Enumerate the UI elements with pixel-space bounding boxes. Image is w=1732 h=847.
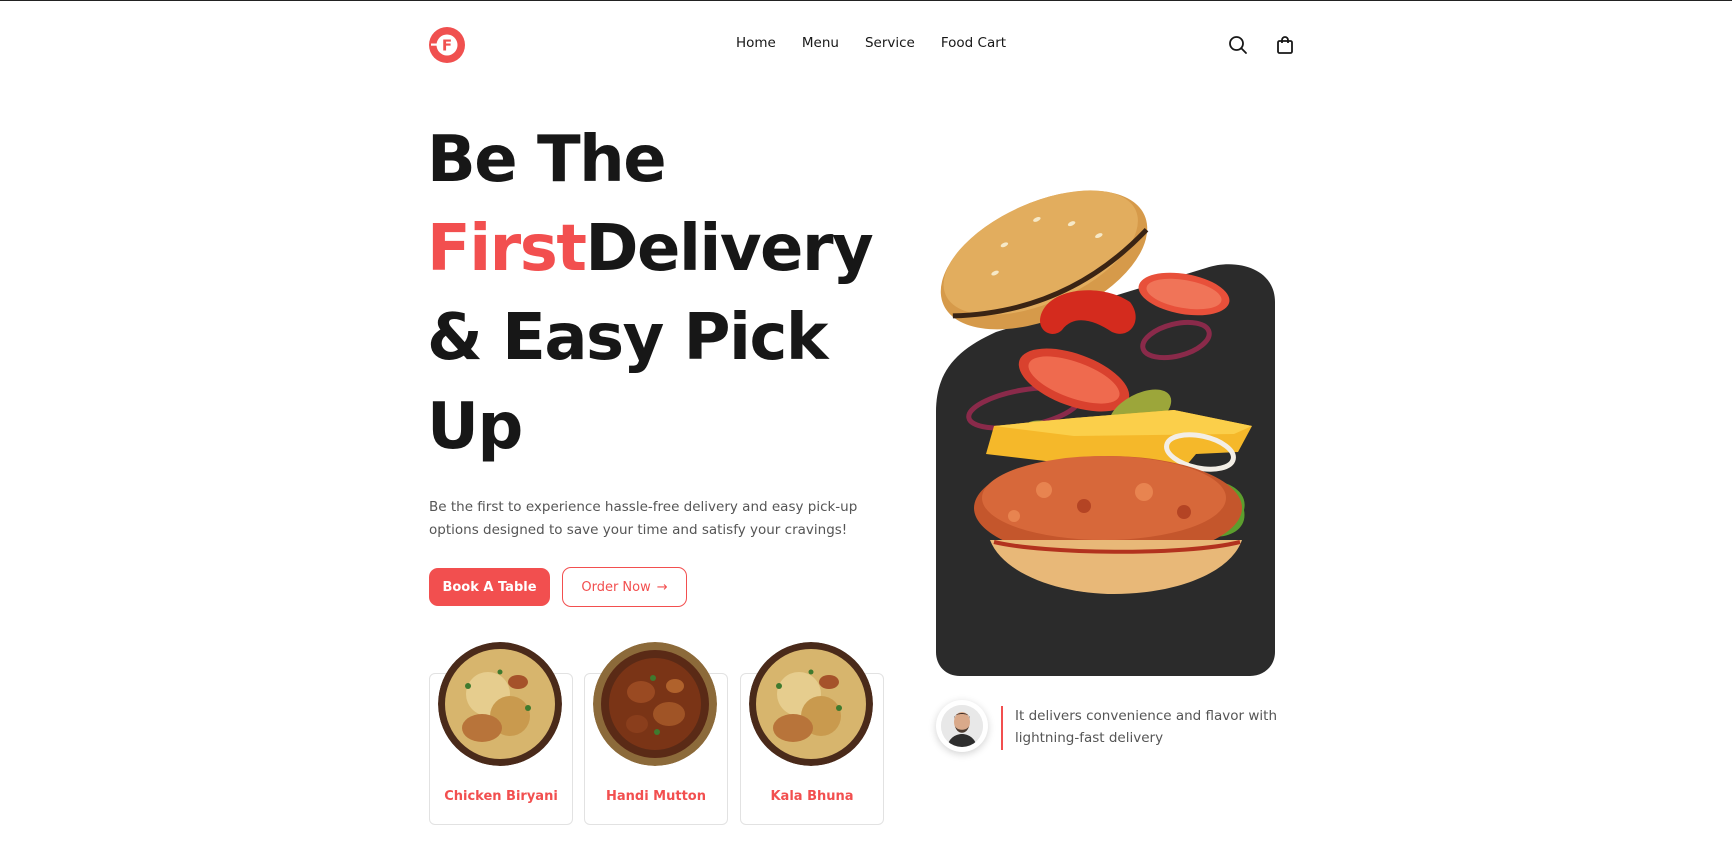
nav-item-menu[interactable]: Menu — [802, 35, 839, 51]
order-now-button[interactable]: Order Now → — [562, 567, 687, 607]
dish-image-chicken-biryani — [438, 642, 562, 766]
search-button[interactable] — [1227, 34, 1249, 56]
headline-line-1: Be The — [427, 123, 667, 197]
accent-divider — [1001, 706, 1003, 750]
brand-logo[interactable]: F — [429, 27, 465, 63]
customer-avatar[interactable] — [936, 700, 988, 752]
arrow-right-icon: → — [656, 579, 668, 595]
book-table-button[interactable]: Book A Table — [429, 568, 550, 606]
hero-headline: Be The FirstDelivery & Easy Pick Up — [427, 116, 907, 472]
testimonial-text: It delivers convenience and flavor with … — [1015, 708, 1278, 746]
burger-image — [940, 190, 1252, 594]
dish-image-kala-bhuna — [749, 642, 873, 766]
headline-line-4: Up — [427, 390, 523, 464]
hero-description: Be the first to experience hassle-free d… — [429, 499, 858, 538]
avatar-photo — [941, 705, 983, 747]
dish-name-kala-bhuna: Kala Bhuna — [770, 789, 854, 804]
headline-line-3: & Easy Pick — [427, 301, 828, 375]
top-border — [0, 0, 1732, 1]
dish-name-handi-mutton: Handi Mutton — [605, 789, 706, 804]
cart-button[interactable] — [1274, 34, 1296, 56]
logo-mark-icon: F — [431, 34, 458, 56]
nav-item-food-cart[interactable]: Food Cart — [941, 35, 1006, 51]
shopping-bag-icon — [1277, 36, 1293, 54]
dish-image-handi-mutton — [593, 642, 717, 766]
nav-item-service[interactable]: Service — [865, 35, 915, 51]
order-now-label: Order Now — [581, 579, 651, 595]
search-icon — [1229, 36, 1247, 54]
main-nav: Home Menu Service Food Cart — [736, 35, 1006, 51]
headline-line-2-rest: Delivery — [585, 212, 873, 286]
dish-name-chicken-biryani: Chicken Biryani — [444, 789, 558, 804]
svg-text:F: F — [442, 37, 452, 55]
nav-item-home[interactable]: Home — [736, 35, 776, 51]
headline-accent-word: First — [427, 212, 587, 286]
headline-line-2: FirstDelivery — [427, 205, 907, 294]
